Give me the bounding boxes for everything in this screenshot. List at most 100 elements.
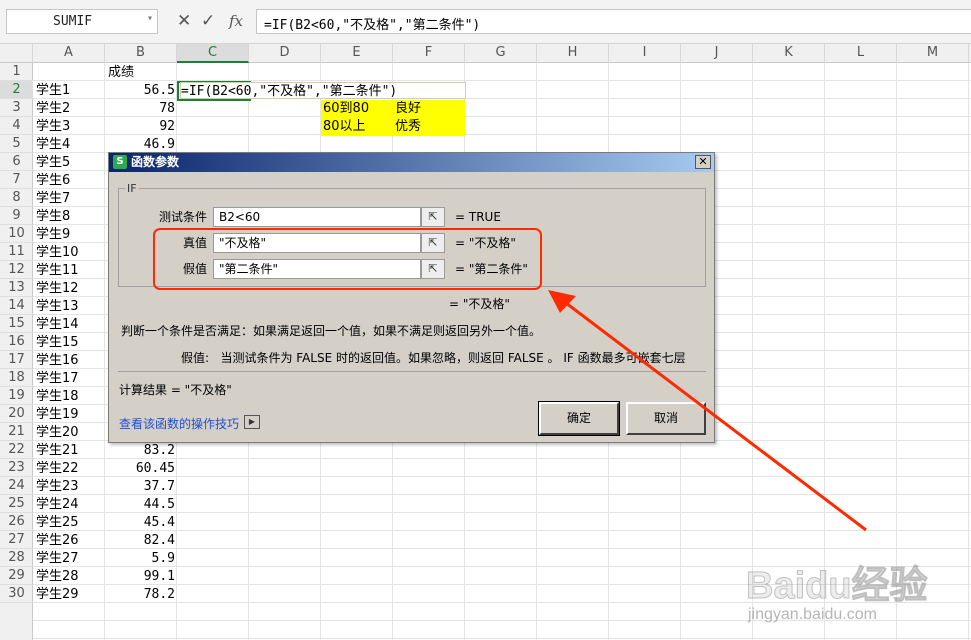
- row-header-3[interactable]: 3: [0, 99, 33, 117]
- range-picker-icon[interactable]: ⇱: [421, 207, 445, 227]
- row-header-13[interactable]: 13: [0, 279, 33, 297]
- student-name-cell[interactable]: 学生3: [36, 118, 70, 136]
- row-header-22[interactable]: 22: [0, 441, 33, 459]
- score-cell[interactable]: 5.9: [105, 550, 175, 568]
- row-header-18[interactable]: 18: [0, 369, 33, 387]
- score-cell[interactable]: 37.7: [105, 478, 175, 496]
- row-header-2[interactable]: 2: [0, 81, 33, 99]
- student-name-cell[interactable]: 学生4: [36, 136, 70, 154]
- score-cell[interactable]: 78.2: [105, 586, 175, 604]
- select-all-corner[interactable]: [0, 44, 33, 63]
- student-name-cell[interactable]: 学生20: [36, 424, 79, 442]
- row-header-4[interactable]: 4: [0, 117, 33, 135]
- student-name-cell[interactable]: 学生29: [36, 586, 79, 604]
- student-name-cell[interactable]: 学生2: [36, 100, 70, 118]
- row-header-1[interactable]: 1: [0, 63, 33, 81]
- cancel-icon[interactable]: ✕: [177, 10, 191, 32]
- cell-e4[interactable]: 80以上: [321, 118, 465, 136]
- fx-icon[interactable]: fx: [229, 10, 243, 32]
- student-name-cell[interactable]: 学生7: [36, 190, 70, 208]
- score-cell[interactable]: 45.4: [105, 514, 175, 532]
- row-header-5[interactable]: 5: [0, 135, 33, 153]
- column-header-f[interactable]: F: [393, 44, 465, 63]
- chevron-down-icon[interactable]: ▾: [147, 13, 153, 24]
- column-header-g[interactable]: G: [465, 44, 537, 63]
- row-header-21[interactable]: 21: [0, 423, 33, 441]
- column-header-e[interactable]: E: [321, 44, 393, 63]
- row-header-16[interactable]: 16: [0, 333, 33, 351]
- cancel-button[interactable]: 取消: [626, 402, 706, 435]
- column-header-d[interactable]: D: [249, 44, 321, 63]
- cell-f4[interactable]: 优秀: [395, 118, 421, 136]
- row-header-24[interactable]: 24: [0, 477, 33, 495]
- score-cell[interactable]: 44.5: [105, 496, 175, 514]
- cell-b1[interactable]: 成绩: [108, 64, 134, 82]
- formula-input[interactable]: =IF(B2<60,"不及格","第二条件"): [256, 9, 971, 34]
- score-cell[interactable]: 82.4: [105, 532, 175, 550]
- row-header-17[interactable]: 17: [0, 351, 33, 369]
- student-name-cell[interactable]: 学生5: [36, 154, 70, 172]
- dialog-title-bar[interactable]: S 函数参数 ✕: [109, 153, 714, 172]
- column-header-a[interactable]: A: [33, 44, 105, 63]
- row-header-26[interactable]: 26: [0, 513, 33, 531]
- score-cell[interactable]: 99.1: [105, 568, 175, 586]
- row-header-15[interactable]: 15: [0, 315, 33, 333]
- cell-c2-formula[interactable]: =IF(B2<60,"不及格","第二条件"): [180, 82, 466, 99]
- score-cell[interactable]: 92: [105, 118, 175, 136]
- score-cell[interactable]: 56.5: [105, 82, 175, 100]
- row-header-20[interactable]: 20: [0, 405, 33, 423]
- row-header-9[interactable]: 9: [0, 207, 33, 225]
- student-name-cell[interactable]: 学生11: [36, 262, 79, 280]
- column-header-i[interactable]: I: [609, 44, 681, 63]
- score-cell[interactable]: 83.2: [105, 442, 175, 460]
- student-name-cell[interactable]: 学生18: [36, 388, 79, 406]
- student-name-cell[interactable]: 学生1: [36, 82, 70, 100]
- cell-e3[interactable]: 60到80: [321, 100, 465, 118]
- student-name-cell[interactable]: 学生15: [36, 334, 79, 352]
- student-name-cell[interactable]: 学生12: [36, 280, 79, 298]
- student-name-cell[interactable]: 学生17: [36, 370, 79, 388]
- close-button[interactable]: ✕: [695, 155, 711, 169]
- column-header-m[interactable]: M: [897, 44, 969, 63]
- student-name-cell[interactable]: 学生27: [36, 550, 79, 568]
- row-header-27[interactable]: 27: [0, 531, 33, 549]
- student-name-cell[interactable]: 学生14: [36, 316, 79, 334]
- cell-f3[interactable]: 良好: [395, 100, 421, 118]
- video-play-icon[interactable]: ▶: [244, 415, 260, 429]
- help-link[interactable]: 查看该函数的操作技巧: [119, 415, 239, 432]
- student-name-cell[interactable]: 学生25: [36, 514, 79, 532]
- row-header-29[interactable]: 29: [0, 567, 33, 585]
- score-cell[interactable]: 60.45: [105, 460, 175, 478]
- row-header-8[interactable]: 8: [0, 189, 33, 207]
- row-header-10[interactable]: 10: [0, 225, 33, 243]
- row-header-25[interactable]: 25: [0, 495, 33, 513]
- student-name-cell[interactable]: 学生8: [36, 208, 70, 226]
- arg-input-test[interactable]: B2<60: [213, 207, 421, 227]
- row-header-14[interactable]: 14: [0, 297, 33, 315]
- column-header-l[interactable]: L: [825, 44, 897, 63]
- student-name-cell[interactable]: 学生24: [36, 496, 79, 514]
- name-box[interactable]: SUMIF ▾: [6, 9, 158, 34]
- score-cell[interactable]: 78: [105, 100, 175, 118]
- row-header-19[interactable]: 19: [0, 387, 33, 405]
- column-header-k[interactable]: K: [753, 44, 825, 63]
- row-header-28[interactable]: 28: [0, 549, 33, 567]
- column-header-h[interactable]: H: [537, 44, 609, 63]
- student-name-cell[interactable]: 学生26: [36, 532, 79, 550]
- column-header-j[interactable]: J: [681, 44, 753, 63]
- student-name-cell[interactable]: 学生9: [36, 226, 70, 244]
- ok-button[interactable]: 确定: [538, 401, 620, 436]
- student-name-cell[interactable]: 学生21: [36, 442, 79, 460]
- student-name-cell[interactable]: 学生23: [36, 478, 79, 496]
- enter-icon[interactable]: ✓: [201, 10, 215, 32]
- student-name-cell[interactable]: 学生10: [36, 244, 79, 262]
- row-header-7[interactable]: 7: [0, 171, 33, 189]
- student-name-cell[interactable]: 学生19: [36, 406, 79, 424]
- student-name-cell[interactable]: 学生16: [36, 352, 79, 370]
- column-header-b[interactable]: B: [105, 44, 177, 63]
- column-header-c[interactable]: C: [177, 44, 249, 63]
- student-name-cell[interactable]: 学生22: [36, 460, 79, 478]
- row-header-23[interactable]: 23: [0, 459, 33, 477]
- student-name-cell[interactable]: 学生28: [36, 568, 79, 586]
- row-header-11[interactable]: 11: [0, 243, 33, 261]
